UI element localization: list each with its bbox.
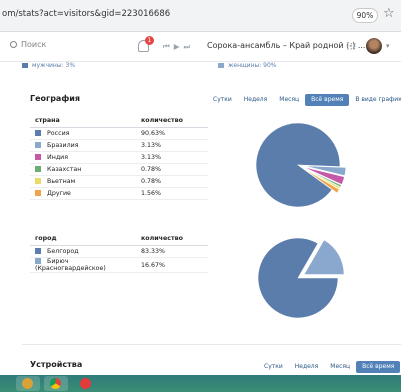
table-row: Россия 90.63%	[30, 127, 208, 140]
legend-swatch	[35, 248, 41, 254]
row-name: Бирюч (Красногвардейское)	[35, 258, 106, 272]
chevron-down-icon[interactable]: ▾	[386, 42, 390, 50]
legend-swatch	[35, 154, 41, 160]
devices-period-tabs: Сутки Неделя Месяц Всё время	[258, 361, 401, 373]
now-playing-track[interactable]: Сорока-ансамбль – Край родной (-) ...	[207, 41, 365, 50]
browser-url-bar: om/stats?act=visitors&gid=223016686 90% …	[0, 0, 401, 32]
row-name: Вьетнам	[47, 178, 76, 185]
row-value: 3.13%	[136, 139, 208, 152]
pie-slice[interactable]	[255, 122, 341, 208]
row-value: 0.78%	[136, 163, 208, 176]
period-tab[interactable]: Всё время	[356, 361, 401, 373]
countries-table: страна количество Россия 90.63% Бразилия 3.…	[30, 114, 208, 200]
period-tab[interactable]: Неделя	[289, 361, 325, 373]
table-row: Белгород 83.33%	[30, 245, 208, 258]
countries-pie-chart	[255, 122, 347, 208]
devices-section-title: Устройства	[30, 360, 83, 369]
row-label: Казахстан	[30, 163, 136, 176]
row-name: Индия	[47, 154, 69, 161]
countries-header-value: количество	[136, 114, 208, 128]
os-taskbar	[0, 375, 401, 392]
row-value: 90.63%	[136, 127, 208, 140]
period-tab[interactable]: Всё время	[305, 94, 350, 106]
row-label: Вьетнам	[30, 175, 136, 188]
stats-content: мужчины: 3% женщины: 90% География Сутки…	[22, 62, 401, 373]
search-input[interactable]: Поиск	[10, 40, 46, 49]
cities-table: город количество Белгород 83.33% Бирюч (Кр…	[30, 232, 208, 273]
legend-swatch	[35, 258, 41, 264]
period-tab[interactable]: Месяц	[273, 94, 305, 106]
player-controls[interactable]: ⏮▶⏭	[163, 42, 194, 52]
apps-grid-icon[interactable]: ⁝⁝⁝	[346, 40, 357, 53]
countries-header-name: страна	[30, 114, 136, 128]
period-tab[interactable]: Сутки	[258, 361, 289, 373]
row-name: Казахстан	[47, 166, 82, 173]
cities-pie-chart	[257, 237, 345, 319]
row-label: Индия	[30, 151, 136, 164]
table-row: Бразилия 3.13%	[30, 139, 208, 152]
row-label: Белгород	[30, 245, 136, 258]
cities-header-name: город	[30, 232, 136, 246]
search-icon	[10, 41, 17, 48]
table-row: Вьетнам 0.78%	[30, 175, 208, 188]
legend-swatch	[35, 142, 41, 148]
legend-swatch	[35, 166, 41, 172]
geo-section-title: География	[30, 94, 81, 103]
period-tab[interactable]: Сутки	[207, 94, 238, 106]
legend-swatch	[35, 178, 41, 184]
notification-badge: 1	[145, 36, 154, 45]
chrome-icon	[50, 378, 61, 389]
site-header: Поиск 1 ⏮▶⏭ Сорока-ансамбль – Край родно…	[0, 32, 401, 62]
row-value: 1.56%	[136, 187, 208, 200]
period-tab[interactable]: Неделя	[238, 94, 274, 106]
row-value: 3.13%	[136, 151, 208, 164]
row-value: 0.78%	[136, 175, 208, 188]
url-field[interactable]: om/stats?act=visitors&gid=223016686	[2, 9, 170, 19]
table-row: Бирюч (Красногвардейское) 16.67%	[30, 257, 208, 273]
gender-legend-female: женщины: 90%	[218, 62, 277, 69]
legend-swatch	[35, 130, 41, 136]
table-row: Индия 3.13%	[30, 151, 208, 164]
period-tab[interactable]: В виде графиков	[349, 94, 401, 106]
geo-period-tabs: СуткиНеделяМесяцВсё времяВ виде графиков	[207, 94, 401, 106]
folder-icon	[22, 378, 33, 389]
section-divider	[22, 344, 401, 345]
search-placeholder: Поиск	[21, 40, 47, 49]
row-name: Россия	[47, 130, 70, 137]
row-label: Бразилия	[30, 139, 136, 152]
bookmark-star-icon[interactable]: ☆	[383, 6, 395, 21]
row-value: 83.33%	[136, 245, 208, 258]
gender-legend-male: мужчины: 3%	[22, 62, 75, 69]
cities-header-value: количество	[136, 232, 208, 246]
row-label: Другие	[30, 187, 136, 200]
legend-swatch	[35, 190, 41, 196]
row-label: Россия	[30, 127, 136, 140]
row-value: 16.67%	[136, 257, 208, 273]
period-tab[interactable]: Месяц	[324, 361, 356, 373]
table-row: Другие 1.56%	[30, 187, 208, 200]
opera-icon[interactable]	[80, 378, 91, 389]
row-name: Бразилия	[47, 142, 79, 149]
row-label: Бирюч (Красногвардейское)	[30, 257, 136, 273]
avatar[interactable]	[366, 38, 382, 54]
row-name: Белгород	[47, 248, 79, 255]
row-name: Другие	[47, 190, 71, 197]
zoom-indicator[interactable]: 90%	[352, 8, 378, 23]
table-row: Казахстан 0.78%	[30, 163, 208, 176]
